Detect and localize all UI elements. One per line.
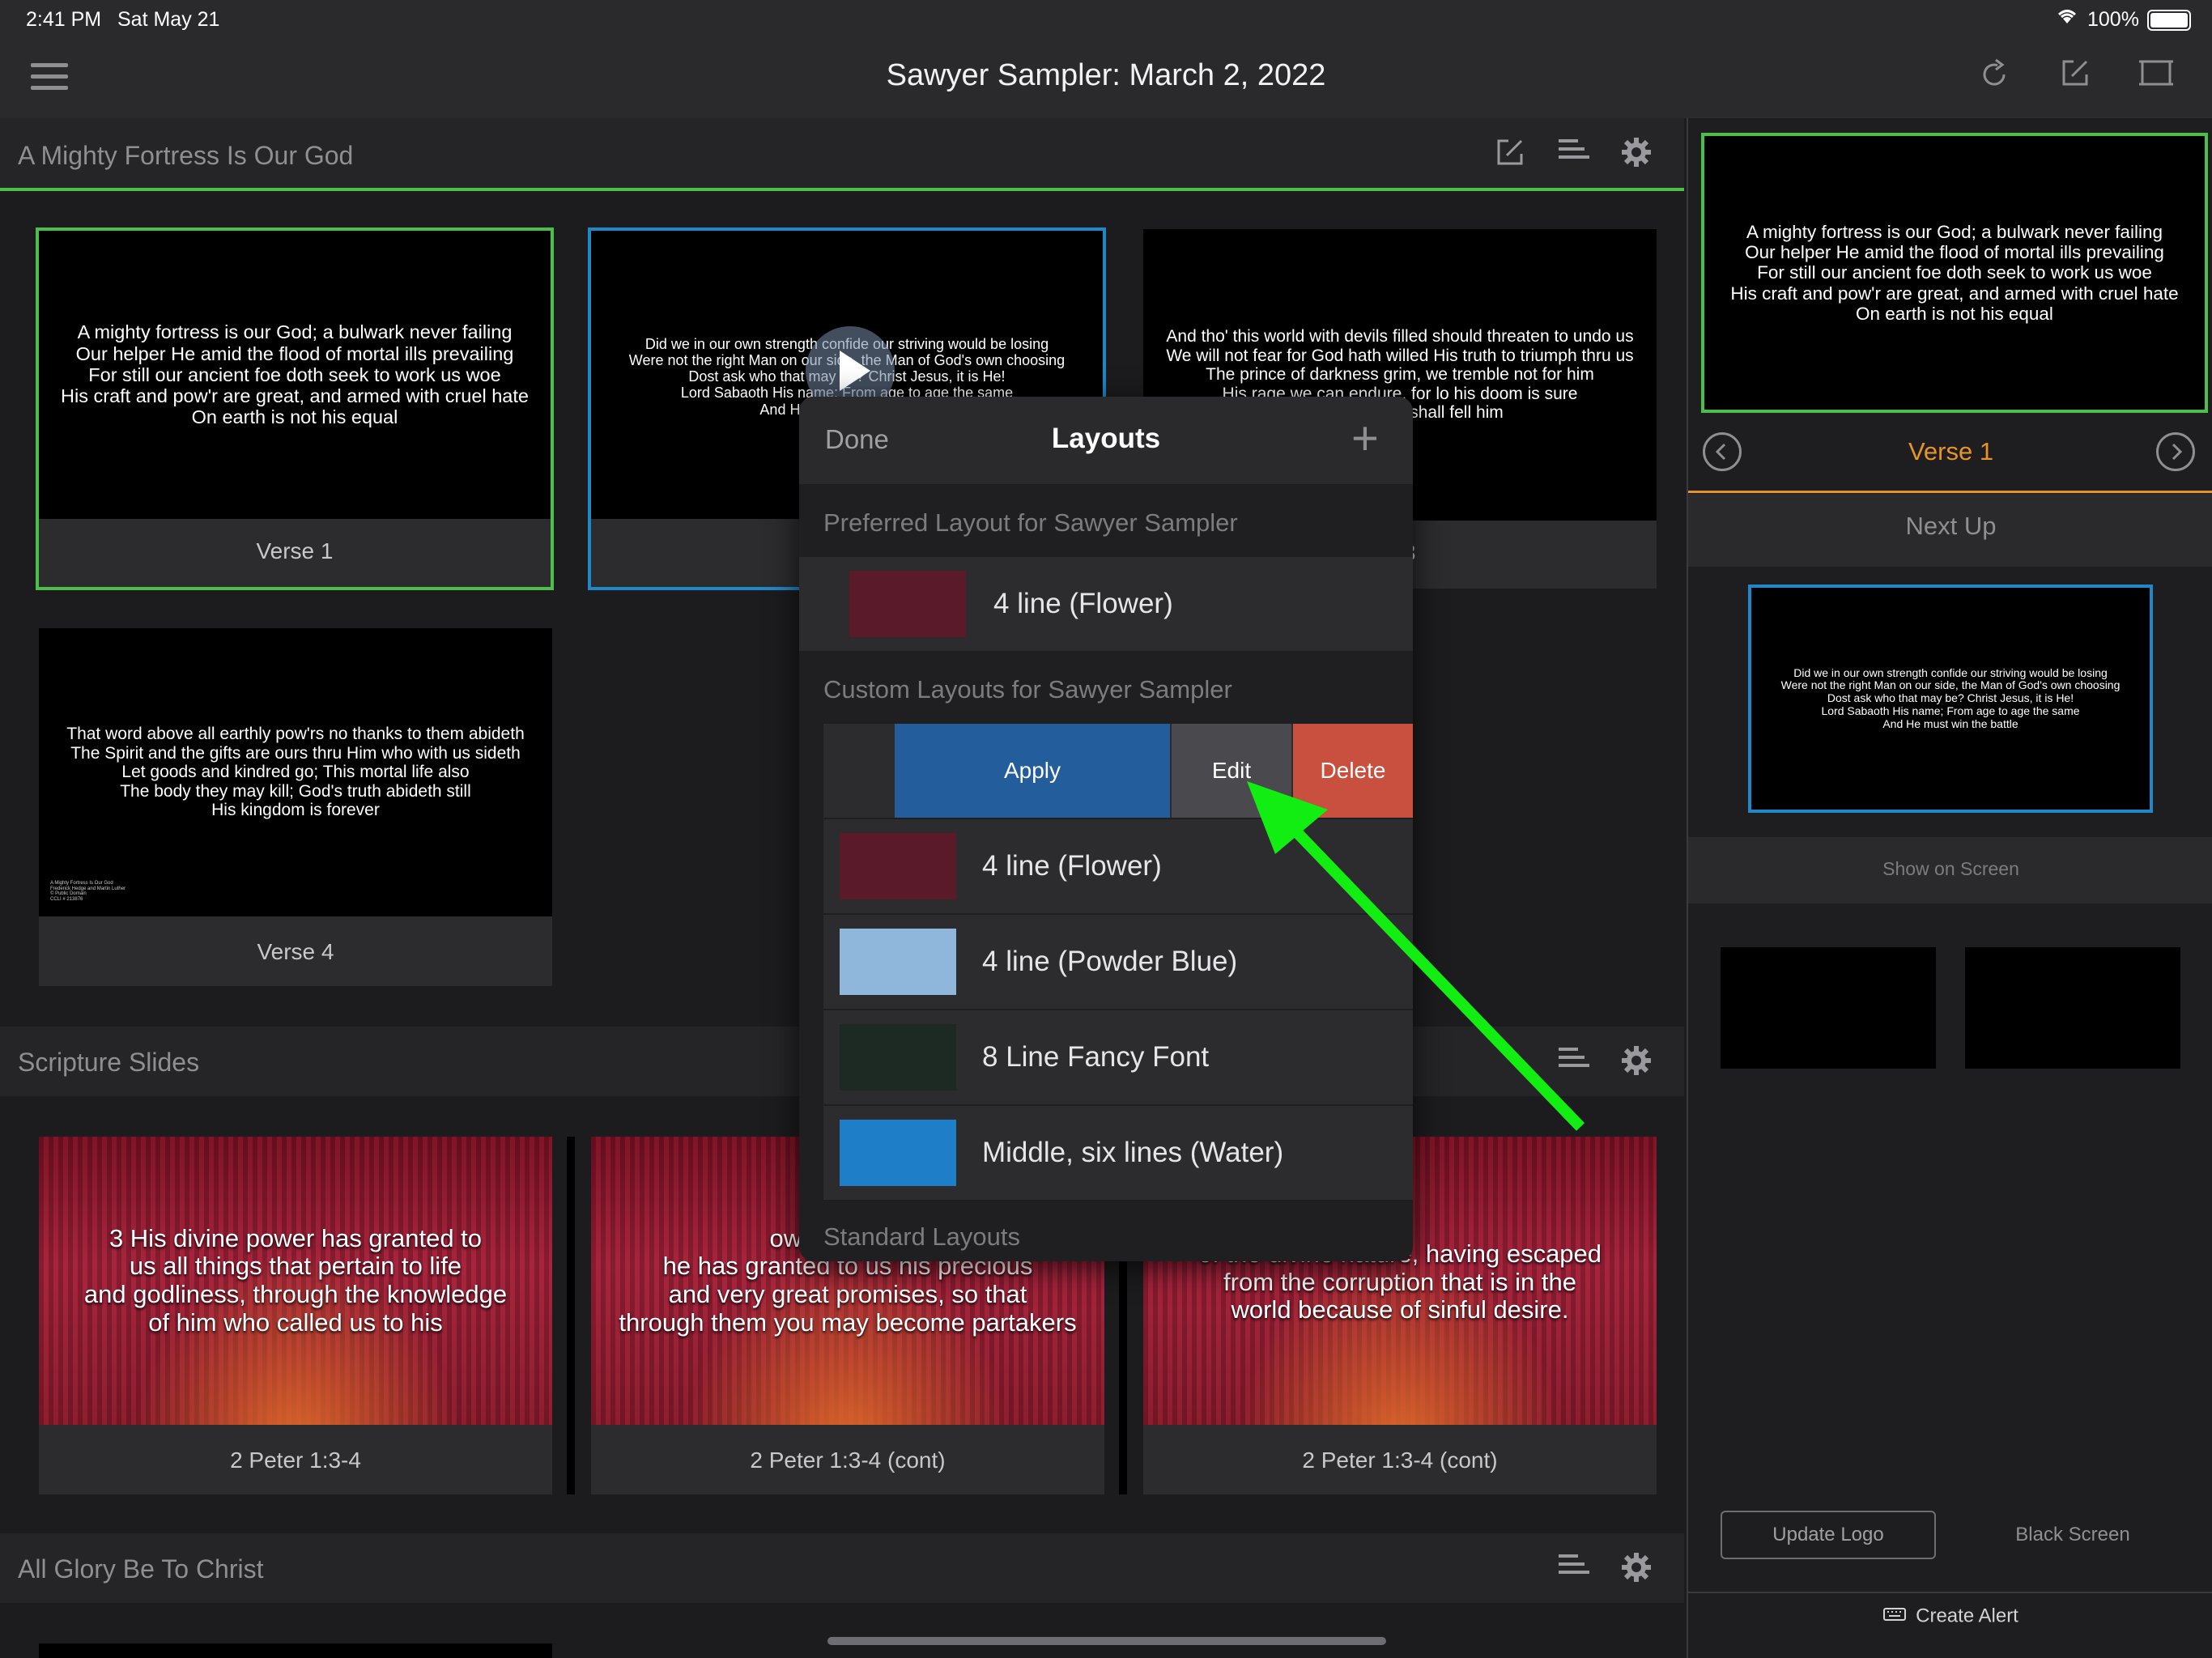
popover-header: Done Layouts +: [799, 397, 1413, 484]
slide-caption: Verse 1: [256, 538, 334, 563]
next-text: Did we in our own strength confide our s…: [1780, 665, 2121, 730]
home-indicator: [827, 1637, 1386, 1645]
done-button[interactable]: Done: [825, 424, 889, 455]
layouts-popover: Done Layouts + Preferred Layout for Sawy…: [799, 397, 1413, 1261]
black-screen-button[interactable]: Black Screen: [1965, 1511, 2180, 1559]
next-up-label: Next Up: [1905, 512, 1997, 540]
status-time: 2:41 PM: [26, 8, 102, 31]
wifi-icon: [2055, 5, 2079, 31]
refresh-icon[interactable]: [1976, 57, 2013, 94]
edit-button[interactable]: Edit: [1172, 724, 1291, 818]
apply-button[interactable]: Apply: [895, 724, 1170, 818]
slide-card[interactable]: 3 His divine power has granted to us all…: [39, 1137, 552, 1494]
status-date: Sat May 21: [117, 8, 220, 31]
create-alert-label: Create Alert: [1916, 1605, 2018, 1627]
keyboard-icon: [1883, 1605, 1907, 1628]
preferred-header: Preferred Layout for Sawyer Sampler: [823, 508, 1238, 537]
divider: [1688, 491, 2212, 493]
slide-caption: Verse 4: [257, 939, 334, 964]
section-header: All Glory Be To Christ: [0, 1533, 1684, 1603]
layout-label: 8 Line Fancy Font: [982, 1041, 1210, 1073]
section-title[interactable]: All Glory Be To Christ: [18, 1554, 264, 1584]
gear-icon[interactable]: [1618, 1551, 1655, 1588]
layout-row[interactable]: Middle, six lines (Water): [823, 1106, 1413, 1201]
battery-icon: [2147, 10, 2191, 31]
layout-row[interactable]: 4 line (Flower): [823, 819, 1413, 915]
screen-thumbnail[interactable]: [1721, 947, 1936, 1069]
slide-text: That word above all earthly pow'rs no th…: [66, 725, 525, 820]
edit-icon[interactable]: [1491, 136, 1529, 173]
slide-text: 3 His divine power has granted to us all…: [83, 1223, 508, 1337]
add-icon[interactable]: +: [1351, 411, 1379, 466]
align-left-icon[interactable]: [1555, 1044, 1592, 1082]
app-title: Sawyer Sampler: March 2, 2022: [886, 58, 1326, 92]
layout-label: 4 line (Flower): [982, 850, 1162, 882]
delete-button[interactable]: Delete: [1293, 724, 1413, 818]
slide-caption: 2 Peter 1:3-4 (cont): [750, 1448, 946, 1473]
divider: [1688, 1592, 2212, 1593]
slide-card[interactable]: That word above all earthly pow'rs no th…: [39, 628, 552, 986]
align-left-icon[interactable]: [1555, 136, 1592, 173]
layout-row[interactable]: 4 line (Powder Blue): [823, 915, 1413, 1010]
slide-caption: 2 Peter 1:3-4: [230, 1448, 361, 1473]
layout-thumbnail: [840, 1120, 956, 1186]
popover-title: Layouts: [1051, 423, 1161, 454]
chevron-right-icon[interactable]: [2156, 432, 2195, 471]
section-title[interactable]: A Mighty Fortress Is Our God: [18, 141, 353, 171]
gear-icon[interactable]: [1618, 136, 1655, 173]
layout-label: 4 line (Powder Blue): [982, 946, 1238, 977]
layout-row[interactable]: 4 line (Flower): [799, 557, 1413, 653]
layout-thumbnail: [840, 929, 956, 995]
slide-card[interactable]: A mighty fortress is our God; a bulwark …: [36, 227, 554, 590]
gear-icon[interactable]: [1618, 1044, 1655, 1082]
top-bar: 2:41 PM Sat May 21 100% Sawyer Sampler: …: [0, 0, 2212, 118]
screen-icon[interactable]: [2138, 57, 2175, 94]
align-left-icon[interactable]: [1555, 1551, 1592, 1588]
custom-header: Custom Layouts for Sawyer Sampler: [823, 675, 1232, 704]
layout-thumbnail: [840, 1024, 956, 1090]
slide-card[interactable]: [39, 1643, 552, 1658]
layout-thumbnail: [849, 571, 966, 637]
live-text: A mighty fortress is our God; a bulwark …: [1730, 222, 2179, 324]
layout-row[interactable]: 8 Line Fancy Font: [823, 1010, 1413, 1106]
show-on-screen-label[interactable]: Show on Screen: [1688, 858, 2212, 880]
next-preview[interactable]: Did we in our own strength confide our s…: [1748, 585, 2153, 813]
slide-credits: A Mighty Fortress Is Our God Frederick H…: [50, 881, 126, 903]
section-title[interactable]: Scripture Slides: [18, 1048, 199, 1078]
divider: [567, 1137, 575, 1494]
live-preview[interactable]: A mighty fortress is our God; a bulwark …: [1701, 133, 2208, 413]
slide-text: A mighty fortress is our God; a bulwark …: [61, 321, 529, 428]
section-header: A Mighty Fortress Is Our God: [0, 118, 1684, 191]
update-logo-button[interactable]: Update Logo: [1721, 1511, 1936, 1559]
standard-header: Standard Layouts: [823, 1222, 1021, 1251]
battery-percent: 100%: [2087, 8, 2139, 31]
layout-thumbnail: [840, 833, 956, 899]
screen-thumbnail[interactable]: [1965, 947, 2180, 1069]
layout-label: Middle, six lines (Water): [982, 1137, 1284, 1168]
slide-caption: 2 Peter 1:3-4 (cont): [1302, 1448, 1498, 1473]
edit-icon[interactable]: [2057, 57, 2094, 94]
right-panel: A mighty fortress is our God; a bulwark …: [1687, 118, 2212, 1658]
create-alert-button[interactable]: Create Alert: [1688, 1605, 2212, 1645]
current-slide-label: Verse 1: [1908, 437, 1994, 466]
layout-label: 4 line (Flower): [993, 588, 1173, 619]
